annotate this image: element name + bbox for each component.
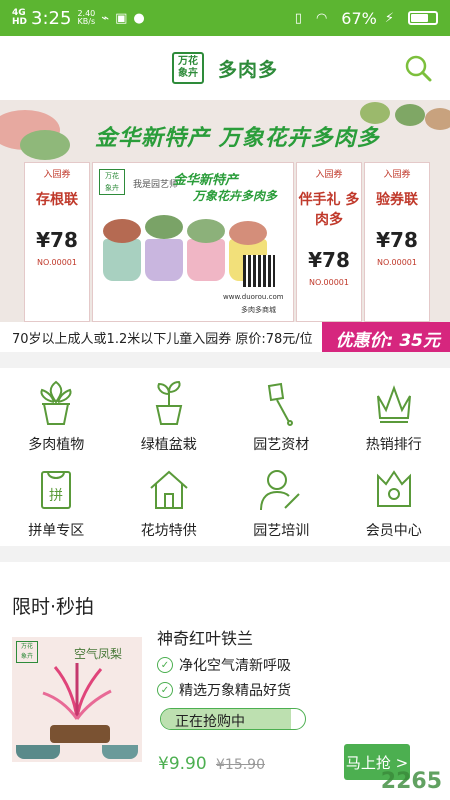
banner-description: 70岁以上成人或1.2米以下儿童入园券 原价:78元/位 bbox=[12, 331, 313, 347]
person-edit-icon bbox=[260, 470, 300, 511]
air-plant-illustration bbox=[42, 663, 112, 720]
qr-code bbox=[243, 255, 275, 287]
category-succulent[interactable]: 多肉植物 bbox=[0, 380, 113, 466]
tea-cup bbox=[102, 745, 138, 759]
succulent-leaf bbox=[145, 215, 183, 239]
succulent-pot bbox=[187, 239, 225, 281]
product-feature: ✓ 净化空气清新呼吸 bbox=[157, 655, 291, 675]
sale-progress-bar: 正在抢购中 bbox=[160, 708, 306, 730]
succulent-leaf bbox=[103, 219, 141, 243]
category-bestsellers[interactable]: 热销排行 bbox=[338, 380, 450, 466]
category-label: 多肉植物 bbox=[28, 437, 85, 453]
wifi-icon: ◠ bbox=[315, 10, 328, 26]
charging-icon: ⚡ bbox=[384, 10, 394, 26]
house-icon bbox=[150, 470, 188, 509]
ticket-logo: 万花 象卉 bbox=[99, 169, 125, 195]
succulent-decoration bbox=[425, 108, 450, 130]
member-crown-box-icon bbox=[376, 470, 411, 507]
search-icon[interactable] bbox=[404, 54, 432, 82]
check-circle-icon: ✓ bbox=[157, 682, 173, 698]
watermark-logo: 2265 bbox=[380, 769, 442, 794]
category-gardening-training[interactable]: 园艺培训 bbox=[225, 466, 338, 552]
product-thumbnail[interactable]: 万花 象卉 空气凤梨 bbox=[12, 637, 142, 762]
original-price: ¥15.90 bbox=[216, 757, 265, 773]
ticket-headline: 金华新特产 bbox=[173, 173, 239, 188]
product-feature: ✓ 精选万象精品好货 bbox=[157, 680, 291, 700]
group-bag-icon: 拼 bbox=[41, 471, 72, 509]
svg-text:拼: 拼 bbox=[49, 488, 63, 504]
thumb-logo: 万花 象卉 bbox=[16, 641, 38, 663]
network-speed: 2.40 KB/s bbox=[77, 9, 96, 26]
app-logo: 万花 象卉 bbox=[171, 52, 204, 84]
category-grid: 多肉植物 绿植盆栽 园艺资材 热销排行 拼 拼单专区 花坊特供 园艺培训 会员中… bbox=[0, 368, 450, 546]
category-label: 园艺培训 bbox=[253, 523, 310, 539]
check-circle-icon: ✓ bbox=[157, 657, 173, 673]
ticket-tag: 我是园艺师 bbox=[133, 180, 179, 190]
message-icon: ● bbox=[133, 10, 145, 26]
succulent-decoration bbox=[395, 104, 425, 126]
banner-footer: 70岁以上成人或1.2米以下儿童入园券 原价:78元/位 优惠价: 35元 bbox=[0, 322, 450, 352]
app-title: 多肉多 bbox=[217, 58, 278, 81]
crown-icon bbox=[376, 385, 411, 423]
succulent-pot bbox=[145, 239, 183, 281]
succulent-pot bbox=[103, 239, 141, 281]
category-label: 园艺资材 bbox=[253, 437, 310, 453]
category-flower-shop[interactable]: 花坊特供 bbox=[113, 466, 226, 552]
progress-label: 正在抢购中 bbox=[175, 714, 245, 730]
sale-price: ¥9.90 bbox=[158, 754, 207, 774]
category-gardening-supplies[interactable]: 园艺资材 bbox=[225, 380, 338, 466]
deal-price-badge: 优惠价: 35元 bbox=[321, 322, 450, 352]
succulent-decoration bbox=[20, 130, 70, 160]
category-member-center[interactable]: 会员中心 bbox=[338, 466, 450, 552]
product-name[interactable]: 神奇红叶铁兰 bbox=[157, 625, 253, 649]
flash-sale-title: 限时·秒拍 bbox=[12, 596, 95, 618]
battery-icon bbox=[408, 11, 438, 25]
tea-cup bbox=[16, 745, 60, 759]
banner-headline: 金华新特产 万象花卉多肉多 bbox=[95, 126, 380, 151]
category-label: 热销排行 bbox=[365, 437, 422, 453]
succulent-leaf bbox=[187, 219, 225, 243]
status-bar: 4G HD 3:25 2.40 KB/s ⌁ ▣ ● ▯ ◠ 67% ⚡ bbox=[0, 0, 450, 36]
succulent-leaf bbox=[229, 221, 267, 245]
ticket-subheadline: 万象花卉多肉多 bbox=[193, 189, 278, 203]
vibrate-icon: ▯ bbox=[294, 10, 302, 26]
status-time: 3:25 bbox=[31, 7, 72, 29]
category-label: 拼单专区 bbox=[28, 523, 85, 539]
usb-icon: ⌁ bbox=[101, 10, 110, 26]
thumb-caption: 空气凤梨 bbox=[74, 647, 123, 661]
wood-base bbox=[50, 725, 110, 743]
ticket-stub: 入园券 验券联 ¥78 NO.00001 bbox=[364, 162, 430, 322]
notification-icon: ▣ bbox=[115, 10, 128, 26]
category-greenplant[interactable]: 绿植盆栽 bbox=[113, 380, 226, 466]
category-label: 花坊特供 bbox=[140, 523, 197, 539]
battery-percent: 67% bbox=[341, 8, 377, 28]
ticket-stub: 入园券 存根联 ¥78 NO.00001 bbox=[24, 162, 90, 322]
flash-sale-section: 限时·秒拍 万花 象卉 空气凤梨 神奇红叶铁兰 ✓ 净化空气清新呼吸 ✓ 精选万象… bbox=[0, 562, 450, 800]
app-header: 万花 象卉 多肉多 bbox=[0, 36, 450, 100]
shovel-icon bbox=[268, 382, 294, 426]
ticket-stub: 入园券 伴手礼 多肉多 ¥78 NO.00001 bbox=[296, 162, 362, 322]
ticket-url: www.duorou.com bbox=[223, 293, 284, 301]
network-indicator: 4G HD bbox=[12, 8, 28, 27]
category-label: 会员中心 bbox=[365, 523, 422, 539]
ticket-shop: 多肉多商城 bbox=[241, 306, 276, 314]
category-group-buy[interactable]: 拼 拼单专区 bbox=[0, 466, 113, 552]
ticket-main: 万花 象卉 我是园艺师 金华新特产 万象花卉多肉多 www.duorou.com … bbox=[92, 162, 294, 322]
category-label: 绿植盆栽 bbox=[140, 437, 197, 453]
succulent-pot-icon bbox=[40, 380, 72, 425]
sprout-pot-icon bbox=[155, 380, 182, 425]
promo-banner[interactable]: 金华新特产 万象花卉多肉多 万花 象卉 我是园艺师 金华新特产 万象花卉多肉多 w… bbox=[0, 100, 450, 352]
